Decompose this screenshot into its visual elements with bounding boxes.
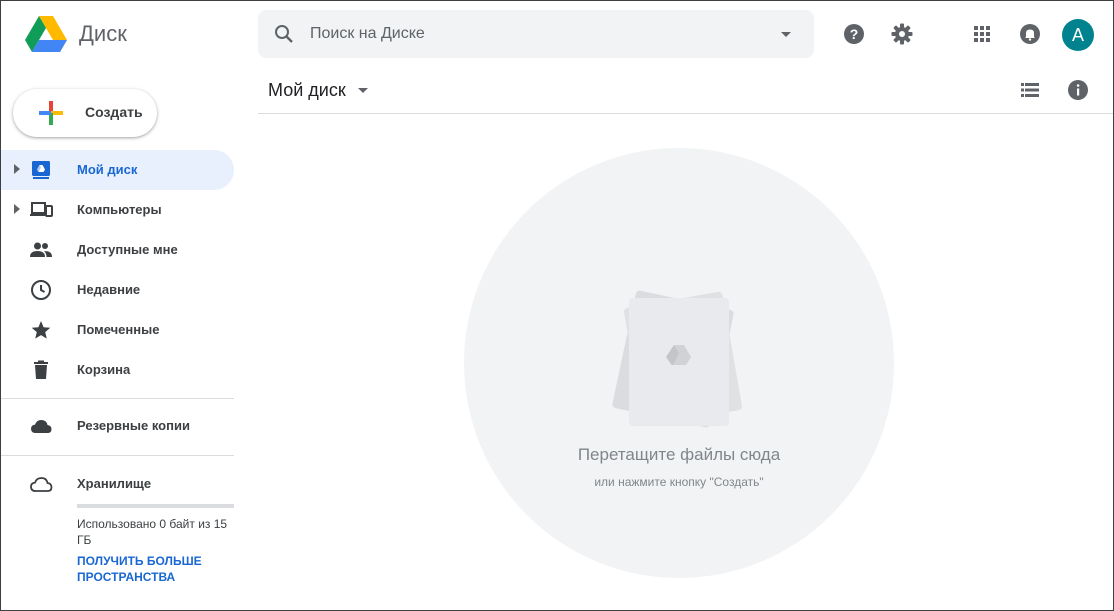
sidebar-item-starred[interactable]: Помеченные [1, 310, 234, 350]
drive-logo-icon[interactable] [25, 15, 67, 53]
sidebar-item-my-drive[interactable]: Мой диск [1, 150, 234, 190]
search-bar[interactable] [258, 10, 814, 58]
drive-window: Диск ? [0, 0, 1114, 611]
top-bar: Диск ? [1, 1, 1113, 67]
sidebar-item-label: Хранилище [77, 476, 152, 491]
search-input[interactable] [310, 10, 750, 58]
storage-usage-text: Использовано 0 байт из 15 ГБ [77, 517, 228, 547]
sidebar-item-label: Доступные мне [77, 242, 178, 257]
app-name[interactable]: Диск [79, 21, 127, 47]
search-options-dropdown-icon[interactable] [774, 22, 798, 46]
get-more-storage-link[interactable]: ПОЛУЧИТЬ БОЛЬШЕ ПРОСТРАНСТВА [77, 553, 234, 585]
cloud-filled-icon [29, 414, 53, 438]
sidebar-nav: Мой диск Компьютеры Доступные мне Недавн… [1, 150, 234, 390]
colored-plus-icon [37, 99, 65, 127]
page-title[interactable]: Мой диск [268, 80, 346, 101]
sidebar-item-label: Резервные копии [77, 418, 190, 433]
info-icon[interactable] [1066, 78, 1090, 102]
sidebar-item-recent[interactable]: Недавние [1, 270, 234, 310]
search-icon[interactable] [272, 22, 296, 46]
star-icon [29, 318, 53, 342]
expand-arrow-icon[interactable] [14, 204, 20, 214]
sidebar-item-label: Помеченные [77, 322, 160, 337]
sidebar-item-label: Недавние [77, 282, 141, 297]
sidebar-item-shared-with-me[interactable]: Доступные мне [1, 230, 234, 270]
sidebar-divider [1, 455, 234, 456]
drop-zone-subtitle: или нажмите кнопку "Создать" [594, 475, 764, 489]
empty-drive-illustration-icon [598, 281, 758, 431]
drop-zone-title: Перетащите файлы сюда [577, 445, 781, 464]
computers-icon [29, 198, 53, 222]
sidebar-item-label: Мой диск [77, 162, 138, 177]
trash-icon [29, 358, 53, 382]
sidebar-divider [1, 398, 234, 399]
cloud-outline-icon [29, 472, 53, 496]
main-header-divider [258, 113, 1113, 114]
apps-grid-icon[interactable] [966, 18, 998, 50]
sidebar-item-computers[interactable]: Компьютеры [1, 190, 234, 230]
notifications-bell-icon[interactable] [1014, 18, 1046, 50]
settings-gear-icon[interactable] [886, 18, 918, 50]
shared-people-icon [29, 238, 53, 262]
clock-icon [29, 278, 53, 302]
expand-arrow-icon[interactable] [14, 164, 20, 174]
storage-usage-bar [77, 504, 234, 508]
list-view-icon[interactable] [1018, 78, 1042, 102]
create-new-label: Создать [85, 104, 143, 120]
sidebar-item-trash[interactable]: Корзина [1, 350, 234, 390]
sidebar-item-backups[interactable]: Резервные копии [1, 406, 234, 446]
title-dropdown-icon[interactable] [358, 88, 368, 93]
account-avatar[interactable]: A [1062, 19, 1094, 51]
create-new-button[interactable]: Создать [13, 89, 157, 137]
sidebar-item-label: Корзина [77, 362, 131, 377]
my-drive-icon [29, 158, 53, 182]
sidebar-item-label: Компьютеры [77, 202, 162, 217]
svg-text:?: ? [850, 26, 859, 42]
sidebar-item-storage[interactable]: Хранилище [1, 464, 234, 504]
help-icon[interactable]: ? [838, 18, 870, 50]
